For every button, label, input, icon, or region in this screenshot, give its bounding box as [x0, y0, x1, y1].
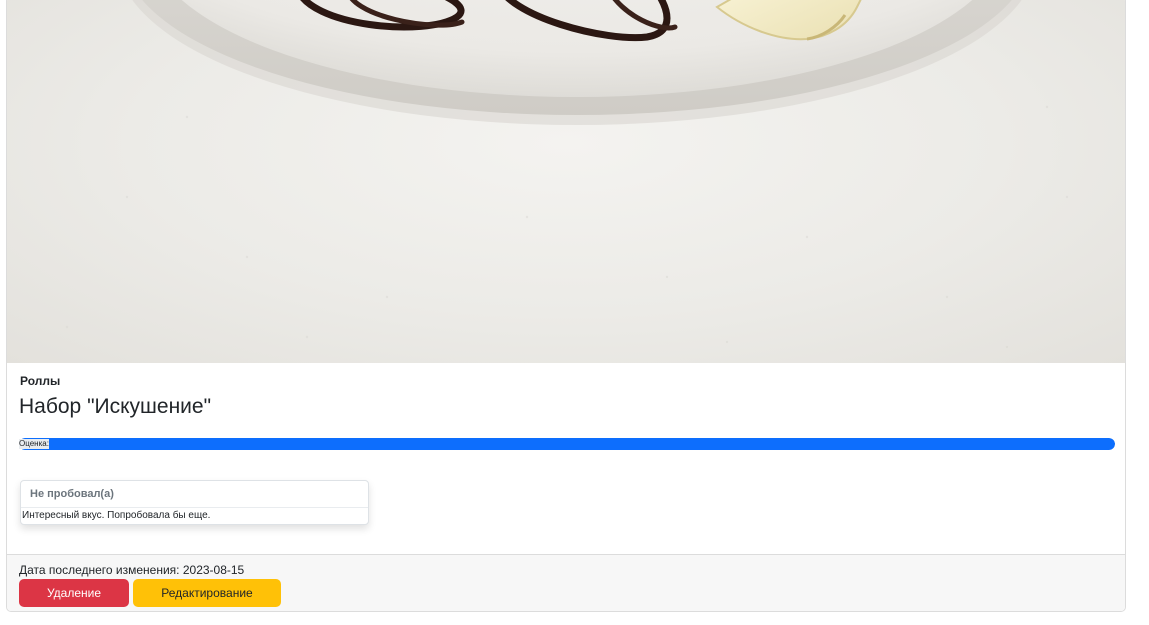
article-image	[7, 0, 1125, 363]
rating: Оценка:	[19, 437, 1115, 451]
rating-progress	[19, 438, 1115, 450]
card-body: Роллы Набор "Искушение" Оценка: Не пробо…	[7, 363, 1125, 554]
review-status: Не пробовал(а)	[21, 481, 368, 508]
review-card: Не пробовал(а) Интересный вкус. Попробов…	[20, 480, 369, 525]
article-card: Роллы Набор "Искушение" Оценка: Не пробо…	[6, 0, 1126, 612]
card-footer: Дата последнего изменения: 2023-08-15 Уд…	[7, 554, 1125, 611]
review-text: Интересный вкус. Попробовала бы еще.	[22, 510, 211, 521]
article-title: Набор "Искушение"	[19, 395, 212, 418]
delete-article-button[interactable]: Удаление статьи	[19, 579, 129, 607]
article-category: Роллы	[20, 374, 61, 388]
edit-article-button[interactable]: Редактирование статьи	[133, 579, 281, 607]
rating-label: Оценка:	[19, 439, 49, 449]
last-modified-date: Дата последнего изменения: 2023-08-15	[19, 563, 245, 577]
rating-progress-bar	[19, 438, 1115, 450]
